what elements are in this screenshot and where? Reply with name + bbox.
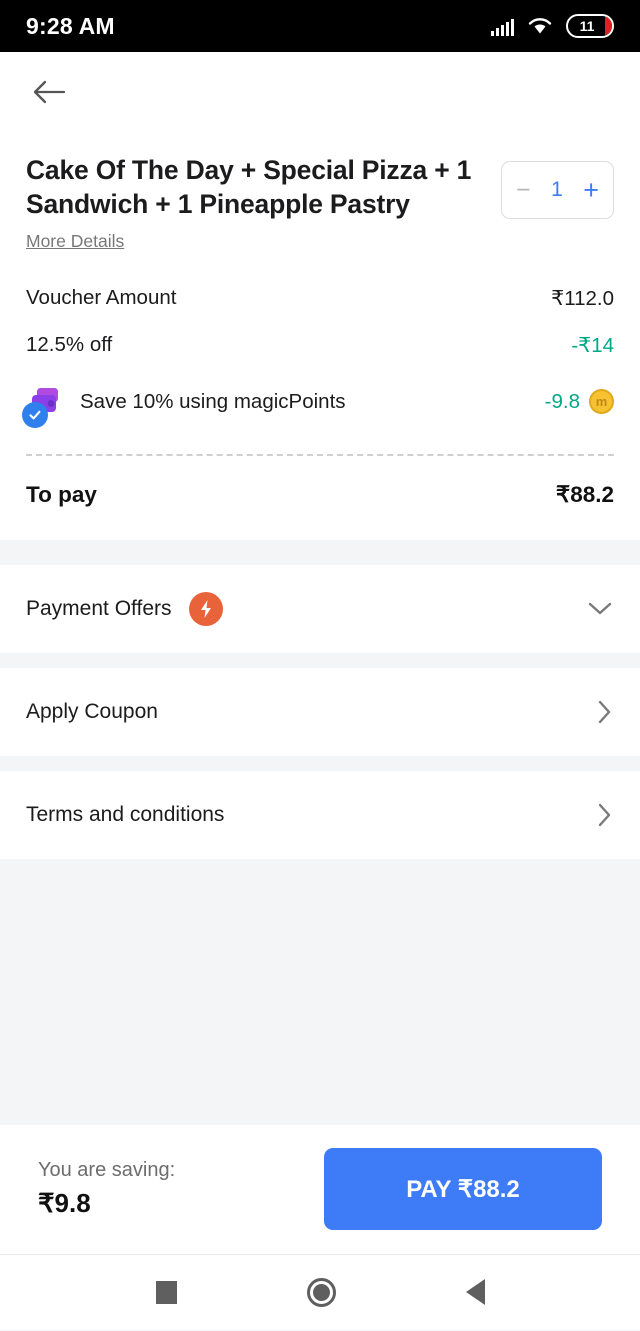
magic-points-label: Save 10% using magicPoints — [80, 389, 346, 413]
savings-block: You are saving: ₹9.8 — [38, 1159, 175, 1219]
savings-value: ₹9.8 — [38, 1188, 91, 1219]
back-button[interactable] — [26, 69, 72, 115]
section-gap — [0, 652, 640, 668]
page-title: Cake Of The Day + Special Pizza + 1 Sand… — [26, 155, 472, 219]
battery-indicator: 11 — [566, 14, 614, 38]
menu-row-left: Terms and conditions — [26, 803, 224, 827]
quantity-stepper[interactable]: − 1 + — [501, 161, 614, 219]
price-row-value: -₹14 — [571, 333, 614, 357]
section-gap — [0, 539, 640, 565]
menu-row-terms-and-conditions[interactable]: Terms and conditions — [0, 770, 640, 859]
quantity-value: 1 — [551, 178, 563, 201]
empty-space — [0, 858, 640, 1125]
decrease-quantity-button[interactable]: − — [516, 177, 531, 203]
menu-row-label: Terms and conditions — [26, 802, 225, 826]
pay-button[interactable]: PAY ₹88.2 — [324, 1148, 602, 1231]
more-details-link[interactable]: More Details — [26, 231, 124, 252]
menu-row-apply-coupon[interactable]: Apply Coupon — [0, 667, 640, 756]
chevron-right-icon[interactable] — [596, 698, 614, 726]
order-title-row: Cake Of The Day + Special Pizza + 1 Sand… — [26, 132, 614, 252]
price-row-discount: 12.5% off -₹14 — [26, 333, 614, 358]
app-bar — [0, 52, 640, 132]
signal-bars-icon — [491, 16, 514, 36]
bottom-action-bar: You are saving: ₹9.8 PAY ₹88.2 — [0, 1124, 640, 1255]
price-row-voucher-amount: Voucher Amount ₹112.0 — [26, 286, 614, 311]
home-circle-icon[interactable] — [306, 1277, 336, 1307]
section-gap — [0, 755, 640, 771]
battery-level: 11 — [579, 18, 595, 34]
coin-icon: m — [589, 389, 614, 415]
to-pay-value: ₹88.2 — [555, 481, 614, 507]
to-pay-label: To pay — [26, 481, 97, 507]
menu-row-label: Apply Coupon — [26, 699, 158, 723]
magic-points-right: -9.8 m — [544, 389, 614, 415]
savings-label: You are saving: — [38, 1159, 176, 1182]
back-arrow-icon — [33, 80, 66, 104]
check-circle-icon — [22, 401, 48, 428]
lightning-bolt-icon — [188, 591, 223, 626]
back-triangle-icon[interactable] — [465, 1279, 485, 1306]
to-pay-row: To pay ₹88.2 — [26, 456, 614, 540]
price-row-label: 12.5% off — [26, 333, 113, 357]
wifi-icon — [528, 18, 552, 34]
chevron-right-icon[interactable] — [596, 801, 614, 829]
magic-points-row[interactable]: Save 10% using magicPoints -9.8 m — [22, 382, 614, 428]
magic-points-value: -9.8 — [544, 389, 580, 413]
phone-screen: 9:28 AM 11 Cake Of The Day + Special Piz… — [0, 0, 640, 1331]
android-nav-bar — [0, 1254, 640, 1330]
price-row-value: ₹112.0 — [551, 286, 614, 310]
order-summary-card: Cake Of The Day + Special Pizza + 1 Sand… — [0, 132, 640, 540]
magic-points-left: Save 10% using magicPoints — [22, 382, 346, 428]
menu-row-label: Payment Offers — [26, 596, 172, 620]
menu-row-payment-offers[interactable]: Payment Offers — [0, 564, 640, 653]
wallet-icon — [22, 382, 66, 428]
increase-quantity-button[interactable]: + — [583, 176, 599, 204]
recents-square-icon[interactable] — [155, 1280, 177, 1304]
menu-row-left: Apply Coupon — [26, 700, 158, 724]
battery-fill — [605, 16, 612, 36]
chevron-down-icon[interactable] — [586, 600, 614, 618]
status-bar: 9:28 AM 11 — [0, 0, 640, 52]
status-time: 9:28 AM — [26, 12, 115, 39]
price-row-label: Voucher Amount — [26, 286, 177, 310]
status-icons: 11 — [491, 14, 614, 38]
menu-row-left: Payment Offers — [26, 591, 223, 626]
